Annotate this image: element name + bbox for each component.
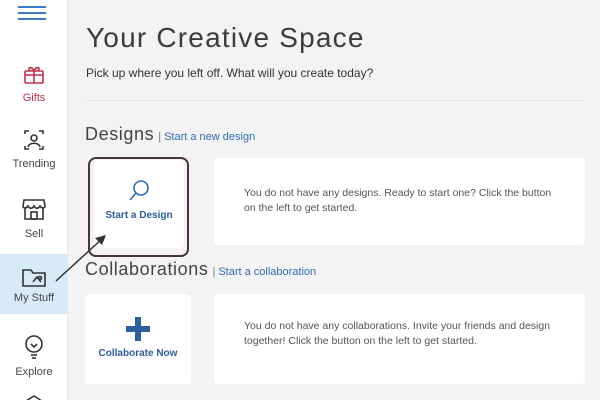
hamburger-menu-icon[interactable]: [18, 6, 46, 20]
start-new-design-link[interactable]: Start a new design: [164, 131, 255, 143]
start-collaboration-link[interactable]: Start a collaboration: [218, 266, 316, 278]
collaborations-header: Collaborations | Start a collaboration: [85, 259, 316, 280]
tile-label: Collaborate Now: [98, 348, 178, 359]
page-subtitle: Pick up where you left off. What will yo…: [86, 66, 374, 80]
designs-heading: Designs: [85, 124, 155, 144]
folder-icon: [22, 269, 46, 287]
store-icon: [22, 199, 46, 220]
start-a-design-button[interactable]: Start a Design: [94, 160, 184, 248]
sidebar-item-label: Trending: [12, 158, 56, 170]
sidebar-item-my-stuff[interactable]: My Stuff: [0, 254, 68, 314]
collaborate-now-button[interactable]: Collaborate Now: [85, 294, 191, 384]
sidebar-item-sell[interactable]: Sell: [0, 192, 68, 254]
chevron-icon: [26, 395, 42, 400]
sidebar-item-gifts[interactable]: Gifts: [0, 58, 68, 120]
trending-icon: [24, 130, 44, 150]
designs-header: Designs | Start a new design: [85, 124, 255, 145]
sidebar-item-trending[interactable]: Trending: [0, 124, 68, 186]
sidebar-item-label: Gifts: [22, 92, 46, 104]
tile-label: Start a Design: [105, 210, 173, 221]
sidebar-item-explore[interactable]: Explore: [0, 330, 68, 392]
separator: |: [158, 131, 162, 143]
lightbulb-icon: [25, 335, 43, 359]
magnifier-icon: [129, 180, 149, 201]
collaborations-heading: Collaborations: [85, 259, 209, 279]
designs-empty-card: You do not have any designs. Ready to st…: [214, 158, 585, 245]
separator: |: [212, 266, 216, 278]
collaborations-empty-message: You do not have any collaborations. Invi…: [244, 320, 551, 347]
sidebar-item-label: My Stuff: [13, 292, 55, 304]
gift-icon: [24, 66, 44, 84]
collaborations-empty-card: You do not have any collaborations. Invi…: [214, 294, 585, 384]
sidebar: Gifts Trending Sell My Stuff Explore: [0, 0, 68, 400]
designs-empty-message: You do not have any designs. Ready to st…: [244, 187, 552, 214]
sidebar-item-label: Sell: [24, 228, 44, 240]
sidebar-item-label: Explore: [15, 366, 53, 378]
plus-icon: [126, 317, 150, 341]
divider: [86, 100, 584, 101]
page-title: Your Creative Space: [86, 22, 365, 53]
main-content: Your Creative Space Pick up where you le…: [68, 0, 600, 400]
